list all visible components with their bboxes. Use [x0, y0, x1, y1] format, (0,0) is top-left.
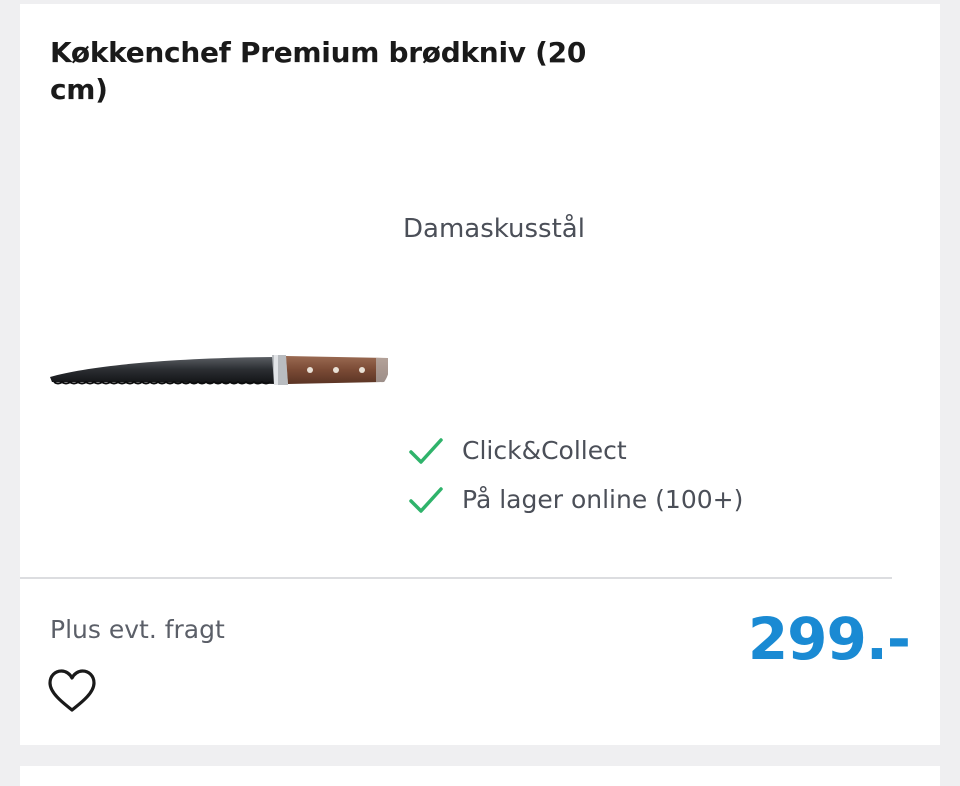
- product-material: Damaskusstål: [403, 214, 585, 244]
- product-price: 299.-: [747, 605, 911, 673]
- shipping-note: Plus evt. fragt: [50, 615, 225, 644]
- bread-knife-image[interactable]: [48, 344, 390, 398]
- next-product-card: [20, 766, 940, 786]
- check-icon: [408, 485, 444, 515]
- availability-label: På lager online (100+): [462, 484, 744, 514]
- product-title[interactable]: Køkkenchef Premium brødkniv (20 cm): [50, 34, 610, 108]
- availability-click-collect: Click&Collect: [408, 426, 743, 475]
- divider: [20, 577, 892, 579]
- product-card[interactable]: Køkkenchef Premium brødkniv (20 cm) Dama…: [20, 4, 940, 745]
- favorite-button[interactable]: [46, 668, 98, 714]
- availability-label: Click&Collect: [462, 435, 627, 465]
- heart-outline-icon: [48, 669, 96, 712]
- check-icon: [408, 436, 444, 466]
- availability-online-stock: På lager online (100+): [408, 475, 743, 524]
- availability-list: Click&Collect På lager online (100+): [408, 426, 743, 524]
